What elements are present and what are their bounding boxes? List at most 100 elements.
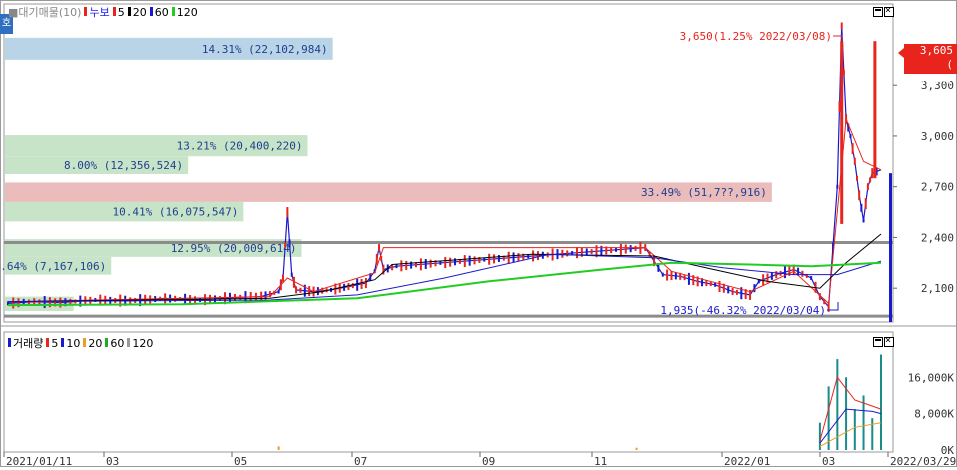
volume-profile-label: 8.00% (12,356,524) <box>64 159 183 172</box>
volume-legend-item: 120 <box>127 337 153 350</box>
price-candle <box>590 249 593 255</box>
price-legend: ■대기매물(10) 누보 5 20 60 120 <box>8 4 198 20</box>
price-candle <box>561 249 564 258</box>
price-candle <box>449 257 452 267</box>
price-candle <box>851 143 854 155</box>
price-candle <box>727 286 730 294</box>
price-candle <box>853 157 856 165</box>
price-candle <box>674 272 677 280</box>
price-candle <box>735 289 738 295</box>
price-legend-item: 20 <box>127 5 147 19</box>
price-legend-item: ■대기매물(10) <box>8 4 81 20</box>
volume-bar <box>827 386 830 450</box>
price-candle <box>858 190 861 201</box>
price-candle <box>624 244 627 254</box>
price-candle <box>517 253 520 262</box>
volume-legend-marker <box>8 338 11 347</box>
x-tick-label: 03 <box>106 455 119 467</box>
price-candle <box>400 260 403 272</box>
price-candle <box>840 22 843 30</box>
volume-legend-marker <box>46 337 50 347</box>
price-candle <box>871 168 874 179</box>
price-legend-item: 60 <box>149 5 169 19</box>
volume-bar <box>277 446 280 450</box>
price-legend-label: 5 <box>117 5 125 19</box>
price-candle <box>629 245 632 253</box>
price-candle <box>356 278 359 291</box>
low-price-label: 1,935(-46.32% 2022/03/04) <box>660 304 826 317</box>
y-tick-label: 2,400 <box>921 231 954 244</box>
volume-legend-label: 20 <box>88 336 103 350</box>
current-price-tag: 3,605 ( 29.91%) <box>898 44 957 85</box>
price-candle <box>864 198 867 210</box>
volume-panel-close-button[interactable] <box>884 334 894 348</box>
price-candle <box>687 272 690 285</box>
volume-legend-item: 60 <box>105 337 124 350</box>
price-candle <box>286 207 289 218</box>
price-candle <box>862 218 865 223</box>
volume-legend-label: 120 <box>132 336 154 350</box>
price-candle <box>512 252 515 263</box>
volume-legend-label: 10 <box>66 336 81 350</box>
y-tick-label: 2,100 <box>921 282 954 295</box>
volume-profile-label: 14.31% (22,102,984) <box>202 43 328 56</box>
volume-legend: 거래량 5 10 20 60 120 <box>8 335 153 351</box>
price-candle <box>360 278 363 289</box>
price-candle <box>281 274 284 282</box>
price-candle <box>378 244 381 252</box>
price-candle <box>762 274 765 286</box>
price-legend-label: ■대기매물(10) <box>8 6 82 19</box>
price-candle <box>284 242 287 248</box>
volume-bar <box>880 354 882 450</box>
volume-legend-item: 거래량 <box>8 335 43 351</box>
volume-bar <box>635 447 638 450</box>
volume-legend-marker <box>105 337 109 347</box>
volume-bar <box>853 409 856 450</box>
volume-legend-marker <box>127 337 131 347</box>
volume-legend-label: 5 <box>51 336 59 350</box>
price-legend-marker <box>127 6 131 16</box>
price-candle <box>575 247 578 259</box>
price-candle <box>463 255 466 268</box>
price-panel-close-button[interactable] <box>884 4 894 18</box>
x-tick-label: 2021/01/11 <box>6 455 72 467</box>
price-candle <box>836 184 839 189</box>
price-candle <box>634 245 637 251</box>
recent-candle <box>873 41 877 179</box>
price-candle <box>585 248 588 256</box>
price-candle <box>532 250 535 262</box>
volume-legend-marker <box>61 337 65 347</box>
price-candle <box>43 296 46 309</box>
price-candle <box>299 287 302 293</box>
price-candle <box>869 177 872 183</box>
x-tick-label: 2022/03/29 <box>890 455 956 467</box>
price-candle <box>419 258 422 271</box>
chart-canvas[interactable]: 14.31% (22,102,984) 13.21% (20,400,220) 8.… <box>0 0 957 468</box>
price-panel-maximize-button[interactable] <box>873 7 883 17</box>
price-candle <box>395 264 398 269</box>
volume-legend-item: 10 <box>61 337 80 350</box>
volume-profile-label: 10.41% (16,075,547) <box>113 206 239 219</box>
outer-frame <box>0 0 957 467</box>
current-change: ( 29.91%) <box>906 58 953 85</box>
stock-chart[interactable]: 14.31% (22,102,984) 13.21% (20,400,220) 8.… <box>0 0 957 468</box>
price-candle <box>683 275 686 281</box>
price-candle <box>731 288 734 296</box>
price-candle <box>718 280 721 292</box>
price-legend-label: 60 <box>154 5 169 19</box>
price-candle <box>709 281 712 286</box>
price-legend-item: 누보 <box>84 4 110 20</box>
price-legend-item: 5 <box>112 5 125 19</box>
current-price: 3,605 <box>919 44 953 57</box>
price-candle <box>860 203 863 212</box>
volume-bar <box>871 418 874 450</box>
price-candle <box>855 175 858 181</box>
volume-panel-maximize-button[interactable] <box>873 337 883 347</box>
x-tick-label: 11 <box>594 455 607 467</box>
volume-tick-label: 16,000K <box>908 371 955 384</box>
price-legend-label: 20 <box>132 5 147 19</box>
price-candle <box>615 247 618 252</box>
price-candle <box>810 276 813 281</box>
price-candle <box>347 282 350 290</box>
price-candle <box>308 286 311 297</box>
